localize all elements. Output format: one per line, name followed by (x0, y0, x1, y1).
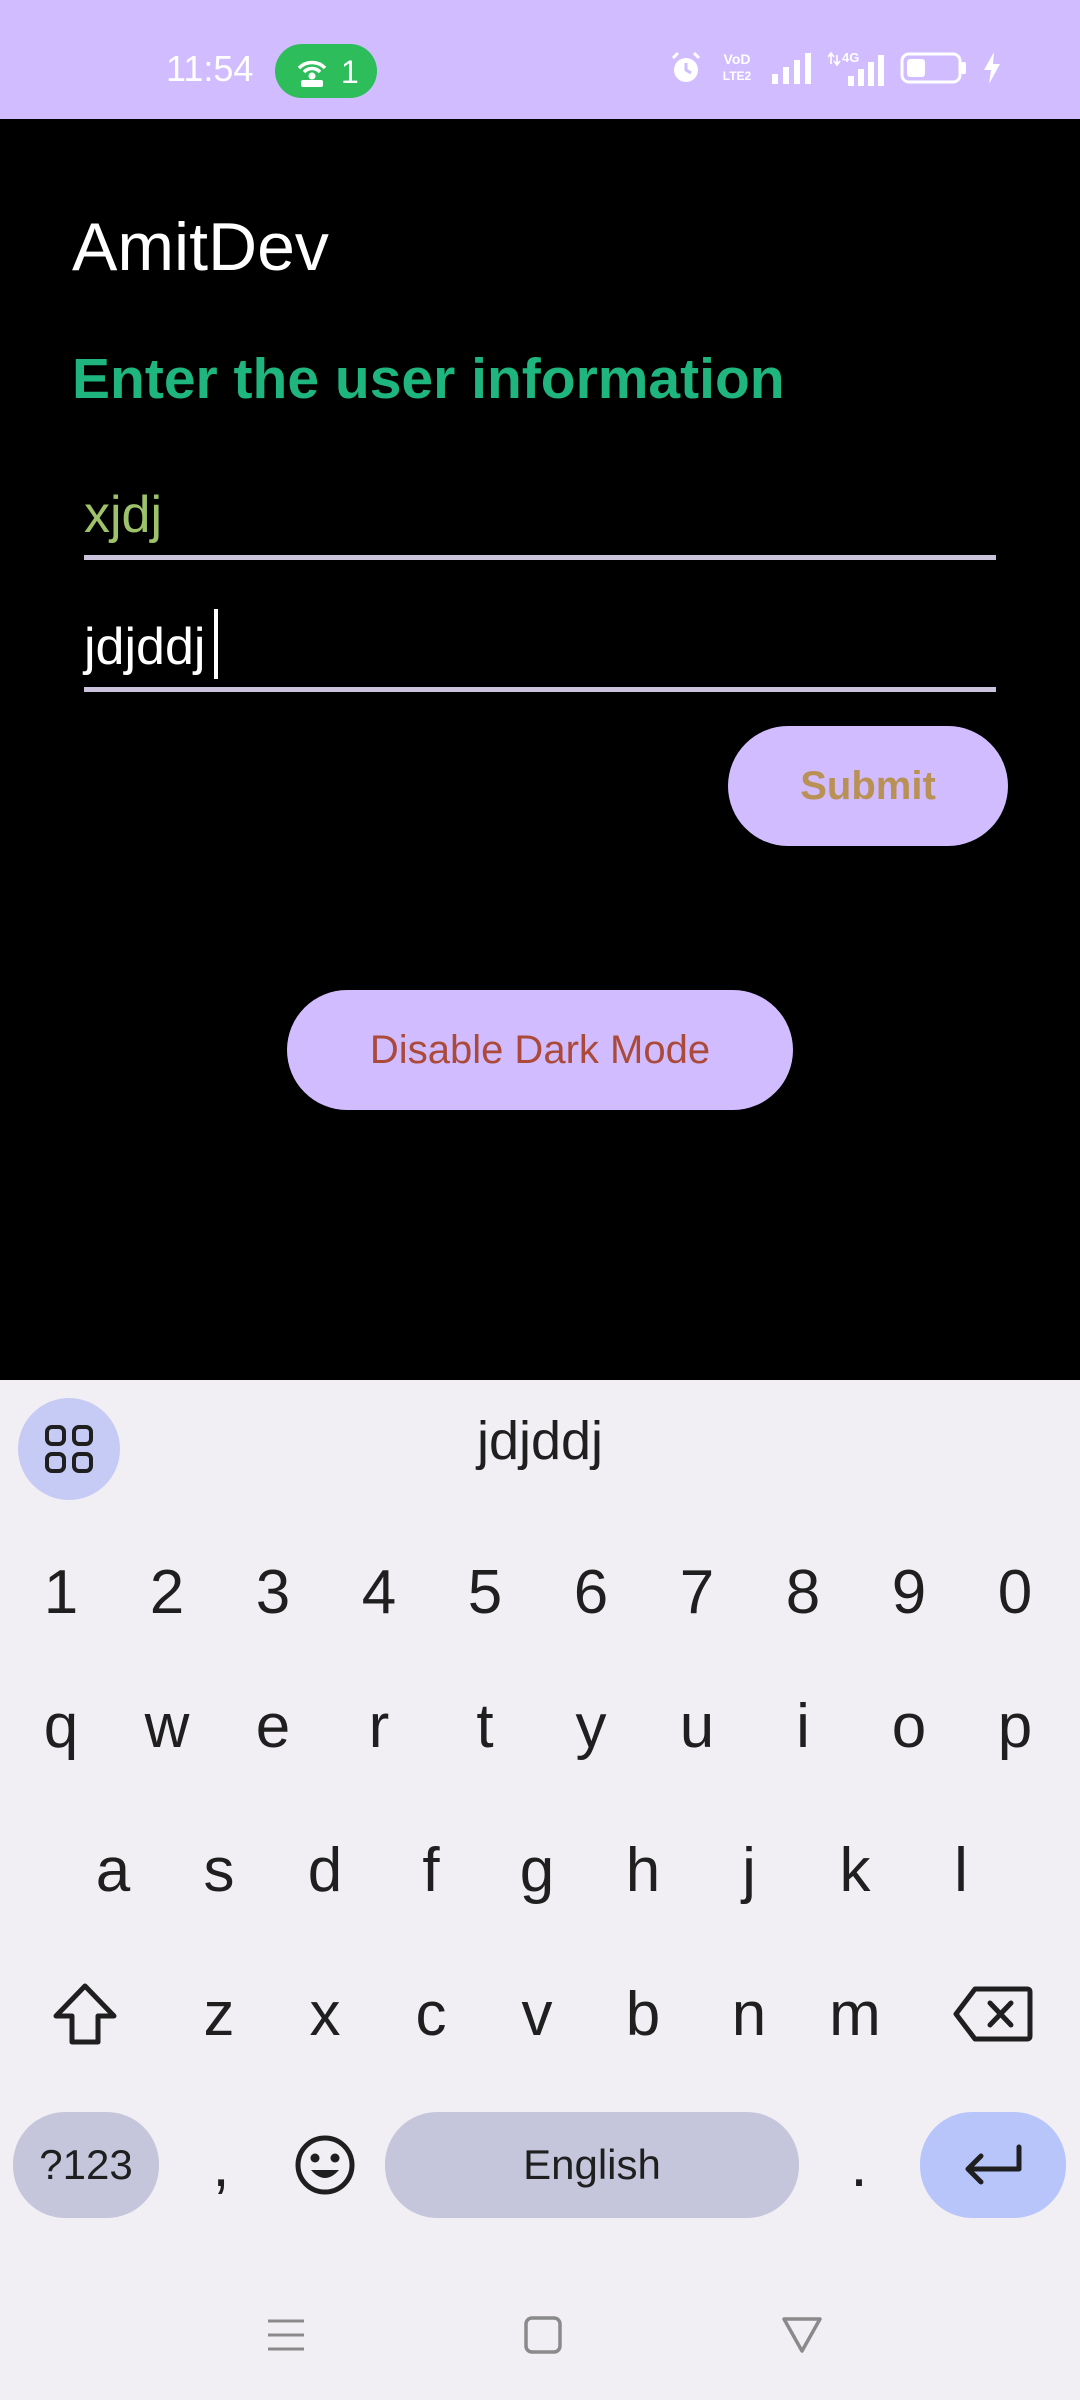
key-0[interactable]: 0 (962, 1532, 1068, 1652)
status-icons: VoD LTE2 4G (668, 50, 1002, 86)
backspace-key[interactable] (930, 1954, 1056, 2074)
hotspot-count: 1 (341, 54, 359, 90)
comma-key[interactable]: , (168, 2112, 274, 2218)
key-5[interactable]: 5 (432, 1532, 538, 1652)
info-input[interactable]: jdjddj (84, 602, 996, 692)
key-g[interactable]: g (484, 1810, 590, 1930)
key-y[interactable]: y (538, 1666, 644, 1786)
key-z[interactable]: z (166, 1954, 272, 2074)
key-d[interactable]: d (272, 1810, 378, 1930)
key-2[interactable]: 2 (114, 1532, 220, 1652)
text-cursor (214, 609, 218, 679)
key-f[interactable]: f (378, 1810, 484, 1930)
emoji-icon (295, 2135, 355, 2195)
charging-icon (984, 52, 1000, 84)
disable-dark-mode-button[interactable]: Disable Dark Mode (287, 990, 793, 1110)
hotspot-indicator: 1 (275, 44, 377, 98)
letter-row-1: q w e r t y u i o p (0, 1666, 1080, 1786)
key-n[interactable]: n (696, 1954, 802, 2074)
key-s[interactable]: s (166, 1810, 272, 1930)
key-j[interactable]: j (696, 1810, 802, 1930)
symbols-key[interactable]: ?123 (13, 2112, 159, 2218)
svg-text:LTE2: LTE2 (723, 69, 752, 83)
word-suggestion[interactable]: jdjddj (0, 1410, 1080, 1472)
key-9[interactable]: 9 (856, 1532, 962, 1652)
backspace-icon (953, 1986, 1033, 2042)
volte-icon: VoD LTE2 (718, 50, 756, 86)
svg-text:VoD: VoD (724, 51, 751, 67)
shift-key[interactable] (22, 1954, 148, 2074)
space-key[interactable]: English (385, 2112, 799, 2218)
submit-button[interactable]: Submit (728, 726, 1008, 846)
key-i[interactable]: i (750, 1666, 856, 1786)
period-key[interactable]: . (806, 2112, 912, 2218)
home-square-icon (524, 2316, 562, 2354)
key-u[interactable]: u (644, 1666, 750, 1786)
key-m[interactable]: m (802, 1954, 908, 2074)
signal-strength-icon (772, 53, 811, 84)
alarm-icon (671, 51, 701, 82)
key-3[interactable]: 3 (220, 1532, 326, 1652)
key-p[interactable]: p (962, 1666, 1068, 1786)
navigation-bar (0, 2270, 1080, 2400)
back-triangle-icon (782, 2317, 822, 2353)
emoji-key[interactable] (272, 2112, 378, 2218)
key-o[interactable]: o (856, 1666, 962, 1786)
key-a[interactable]: a (60, 1810, 166, 1930)
key-v[interactable]: v (484, 1954, 590, 2074)
enter-key[interactable] (920, 2112, 1066, 2218)
key-4[interactable]: 4 (326, 1532, 432, 1652)
key-q[interactable]: q (8, 1666, 114, 1786)
bottom-row: ?123 , English . (0, 2112, 1080, 2232)
key-6[interactable]: 6 (538, 1532, 644, 1652)
app-title: AmitDev (72, 209, 329, 285)
name-input-value: xjdj (84, 486, 163, 544)
key-8[interactable]: 8 (750, 1532, 856, 1652)
key-k[interactable]: k (802, 1810, 908, 1930)
recents-button[interactable] (256, 2310, 316, 2360)
menu-lines-icon (268, 2319, 304, 2351)
key-b[interactable]: b (590, 1954, 696, 2074)
key-h[interactable]: h (590, 1810, 696, 1930)
key-7[interactable]: 7 (644, 1532, 750, 1652)
key-l[interactable]: l (908, 1810, 1014, 1930)
hotspot-icon (297, 60, 327, 87)
svg-text:4G: 4G (842, 50, 859, 65)
enter-arrow-icon (965, 2144, 1022, 2185)
number-row: 1 2 3 4 5 6 7 8 9 0 (0, 1532, 1080, 1652)
letter-row-2: a s d f g h j k l (0, 1810, 1080, 1930)
key-1[interactable]: 1 (8, 1532, 114, 1652)
4g-signal-icon: 4G (828, 50, 884, 86)
home-button[interactable] (513, 2310, 573, 2360)
battery-icon (900, 52, 966, 84)
soft-keyboard: jdjddj 1 2 3 4 5 6 7 8 9 0 q w e r t y u… (0, 1380, 1080, 2400)
letter-row-3: z x c v b n m (0, 1954, 1080, 2074)
back-button[interactable] (772, 2310, 832, 2360)
shift-arrow-icon (53, 1983, 117, 2045)
key-c[interactable]: c (378, 1954, 484, 2074)
status-time: 11:54 (166, 48, 254, 89)
info-input-value: jdjddj (84, 618, 206, 676)
key-e[interactable]: e (220, 1666, 326, 1786)
form-heading: Enter the user information (72, 347, 785, 411)
key-w[interactable]: w (114, 1666, 220, 1786)
status-bar: 11:54 1 VoD LTE2 4G (0, 0, 1080, 119)
key-t[interactable]: t (432, 1666, 538, 1786)
name-input[interactable]: xjdj (84, 470, 996, 560)
key-x[interactable]: x (272, 1954, 378, 2074)
key-r[interactable]: r (326, 1666, 432, 1786)
